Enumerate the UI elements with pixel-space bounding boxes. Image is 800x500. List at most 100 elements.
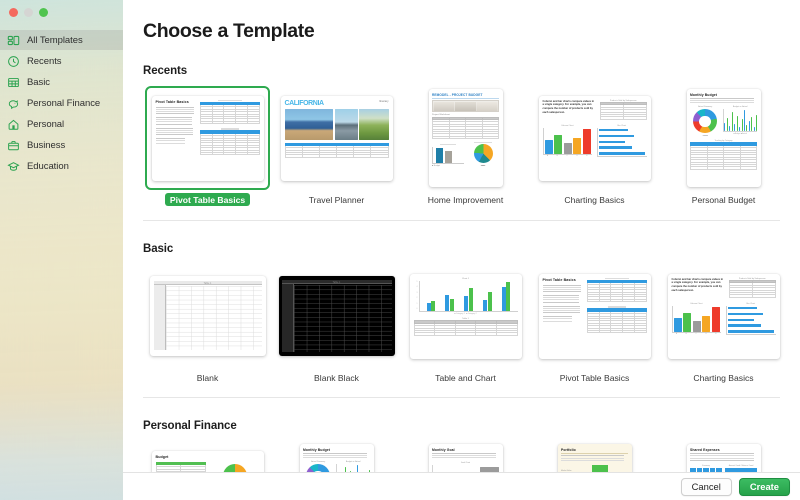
create-button[interactable]: Create	[738, 477, 790, 496]
template-thumbnail-blank: Table 1	[149, 276, 266, 356]
template-thumbnail-budget2: Budget	[151, 450, 264, 472]
sidebar-item-basic[interactable]: Basic	[0, 72, 123, 92]
sidebar-item-all-templates[interactable]: All Templates	[0, 30, 123, 50]
section-heading-basic: Basic	[143, 243, 174, 255]
sidebar-item-label: Business	[27, 139, 66, 151]
section-divider	[143, 220, 780, 221]
template-thumbnail-budget: Monthly BudgetActual Summary■■■■■Budget …	[299, 444, 374, 472]
template-thumbnail-remodel: REMODEL - PROJECT BUDGET Project Workshee…	[428, 89, 503, 187]
template-card[interactable]: CALIFORNIA Itinerary Travel Planner	[272, 86, 401, 206]
template-card[interactable]: Column and bar charts compare values in …	[659, 264, 788, 383]
template-thumbnail-travel: CALIFORNIA Itinerary	[280, 95, 393, 181]
minimize-window-button[interactable]	[24, 8, 33, 17]
template-name-label: Table and Chart	[435, 373, 496, 383]
template-card[interactable]: Monthly BudgetActual Summary■■■■■Budget …	[659, 86, 788, 206]
template-thumbnail-pivot: Pivot Table Basics	[538, 273, 651, 359]
piggy-bank-icon	[7, 97, 20, 110]
template-sections: Recents Pivot Table Basics Pivot Table Bas…	[123, 65, 800, 472]
template-name-label: Pivot Table Basics	[164, 193, 251, 206]
template-card[interactable]: REMODEL - PROJECT BUDGET Project Workshee…	[401, 86, 530, 206]
main-panel: Choose a Template Recents Pivot Table Bas…	[123, 0, 800, 500]
template-scroll-area[interactable]: Choose a Template Recents Pivot Table Bas…	[123, 0, 800, 472]
window-traffic-lights	[9, 8, 48, 17]
template-thumbnail-frame[interactable]: CALIFORNIA Itinerary	[274, 86, 399, 190]
all-templates-icon	[7, 34, 20, 47]
template-thumbnail-frame[interactable]: Monthly Goal Goal Chart	[403, 441, 528, 472]
template-thumbnail-portfolio: Portfolio Market Value	[557, 444, 632, 472]
template-card[interactable]: Pivot Table Basics Pivot Table Basics	[143, 86, 272, 206]
template-row-personal-finance: BudgetBudget Monthly BudgetActual Summary…	[123, 441, 800, 472]
sidebar-item-education[interactable]: Education	[0, 156, 123, 176]
template-thumbnail-frame[interactable]: Chart 1 5 4 3 2 1 0 ■ Category 1 ■ Category 2 Ta…	[403, 264, 528, 368]
sidebar-item-label: Basic	[27, 76, 50, 88]
template-thumbnail-frame[interactable]: Monthly BudgetActual Summary■■■■■Budget …	[274, 441, 399, 472]
template-card[interactable]: BudgetBudget	[143, 441, 272, 472]
template-thumbnail-pivot: Pivot Table Basics	[151, 95, 264, 181]
clock-icon	[7, 55, 20, 68]
template-thumbnail-frame[interactable]: Budget	[145, 441, 270, 472]
sidebar-item-label: Education	[27, 160, 69, 172]
template-thumbnail-tablechart: Chart 1 5 4 3 2 1 0 ■ Category 1 ■ Category 2 Ta…	[409, 273, 522, 359]
template-name-label: Home Improvement	[427, 195, 504, 205]
template-thumbnail-shared: Shared Expenses Summary Amount Owed / Bala…	[686, 444, 761, 472]
sidebar-category-list: All Templates Recents Basic Personal Financ…	[0, 30, 123, 176]
cancel-button[interactable]: Cancel	[680, 477, 732, 496]
graduation-cap-icon	[7, 160, 20, 173]
template-row-recents: Pivot Table Basics Pivot Table Basics CALI…	[123, 86, 800, 206]
template-thumbnail-budget: Monthly BudgetActual Summary■■■■■Budget …	[686, 89, 761, 187]
template-card[interactable]: Net Worth OverviewNet WorthNet Worth Ove…	[788, 441, 800, 472]
template-card[interactable]: Column and bar charts compare values in …	[530, 86, 659, 206]
sidebar-item-personal[interactable]: Personal	[0, 114, 123, 134]
template-thumbnail-frame[interactable]: Column and bar charts compare values in …	[532, 86, 657, 190]
template-name-label: Pivot Table Basics	[559, 373, 630, 383]
section-heading-personal-finance: Personal Finance	[143, 420, 237, 432]
sidebar-item-business[interactable]: Business	[0, 135, 123, 155]
section-heading-recents: Recents	[143, 65, 188, 77]
template-thumbnail-blankblack: Table 1	[278, 276, 395, 356]
sidebar: All Templates Recents Basic Personal Financ…	[0, 0, 123, 500]
template-name-label: Charting Basics	[564, 195, 625, 205]
dialog-footer: Cancel Create	[123, 472, 800, 500]
template-thumbnail-frame[interactable]: Net Worth OverviewNet Worth	[790, 441, 800, 472]
template-thumbnail-goal: Monthly Goal Goal Chart	[428, 444, 503, 472]
template-thumbnail-frame[interactable]: Table 1	[145, 264, 270, 368]
sidebar-item-label: Personal Finance	[27, 97, 101, 109]
template-thumbnail-frame[interactable]: Shared Expenses Summary Amount Owed / Bala…	[661, 441, 786, 472]
house-icon	[7, 118, 20, 131]
section-divider	[143, 397, 780, 398]
template-card[interactable]: Monthly GoalGoal ChartMonthly Goal	[401, 441, 530, 472]
template-thumbnail-charting: Column and bar charts compare values in …	[538, 95, 651, 181]
template-card[interactable]: Pivot Table Basics Pivot Table Basics	[530, 264, 659, 383]
template-thumbnail-frame[interactable]: Pivot Table Basics	[532, 264, 657, 368]
page-title: Choose a Template	[143, 20, 315, 42]
sidebar-item-label: All Templates	[27, 34, 83, 46]
template-thumbnail-frame[interactable]: Table 1	[274, 264, 399, 368]
template-card[interactable]: Monthly BudgetActual Summary■■■■■Budget …	[272, 441, 401, 472]
zoom-window-button[interactable]	[39, 8, 48, 17]
table-grid-icon	[7, 76, 20, 89]
template-card[interactable]: Shared Expenses Summary Amount Owed / Bala…	[659, 441, 788, 472]
sidebar-item-recents[interactable]: Recents	[0, 51, 123, 71]
close-window-button[interactable]	[9, 8, 18, 17]
briefcase-icon	[7, 139, 20, 152]
template-card[interactable]: Table 1 Blank Black	[272, 264, 401, 383]
template-thumbnail-frame[interactable]: Monthly BudgetActual Summary■■■■■Budget …	[661, 86, 786, 190]
template-row-basic: Table 1 Blank Table 1 Blank Black Chart 1543…	[123, 264, 800, 383]
template-name-label: Charting Basics	[693, 373, 754, 383]
template-name-label: Blank Black	[314, 373, 359, 383]
template-thumbnail-frame[interactable]: Column and bar charts compare values in …	[661, 264, 786, 368]
template-card[interactable]: Chart 1 5 4 3 2 1 0 ■ Category 1 ■ Category 2 Ta…	[401, 264, 530, 383]
template-thumbnail-charting: Column and bar charts compare values in …	[667, 273, 780, 359]
template-card[interactable]: Table 1 Blank	[143, 264, 272, 383]
sidebar-item-label: Recents	[27, 55, 62, 67]
template-thumbnail-frame[interactable]: Portfolio Market Value	[532, 441, 657, 472]
template-chooser-window: All Templates Recents Basic Personal Financ…	[0, 0, 800, 500]
sidebar-item-label: Personal	[27, 118, 65, 130]
template-name-label: Personal Budget	[691, 195, 756, 205]
sidebar-item-personal-finance[interactable]: Personal Finance	[0, 93, 123, 113]
template-thumbnail-frame[interactable]: Pivot Table Basics	[145, 86, 270, 190]
template-name-label: Travel Planner	[308, 195, 365, 205]
template-name-label: Blank	[196, 373, 219, 383]
template-thumbnail-frame[interactable]: REMODEL - PROJECT BUDGET Project Workshee…	[403, 86, 528, 190]
template-card[interactable]: PortfolioMarket ValuePortfolio	[530, 441, 659, 472]
